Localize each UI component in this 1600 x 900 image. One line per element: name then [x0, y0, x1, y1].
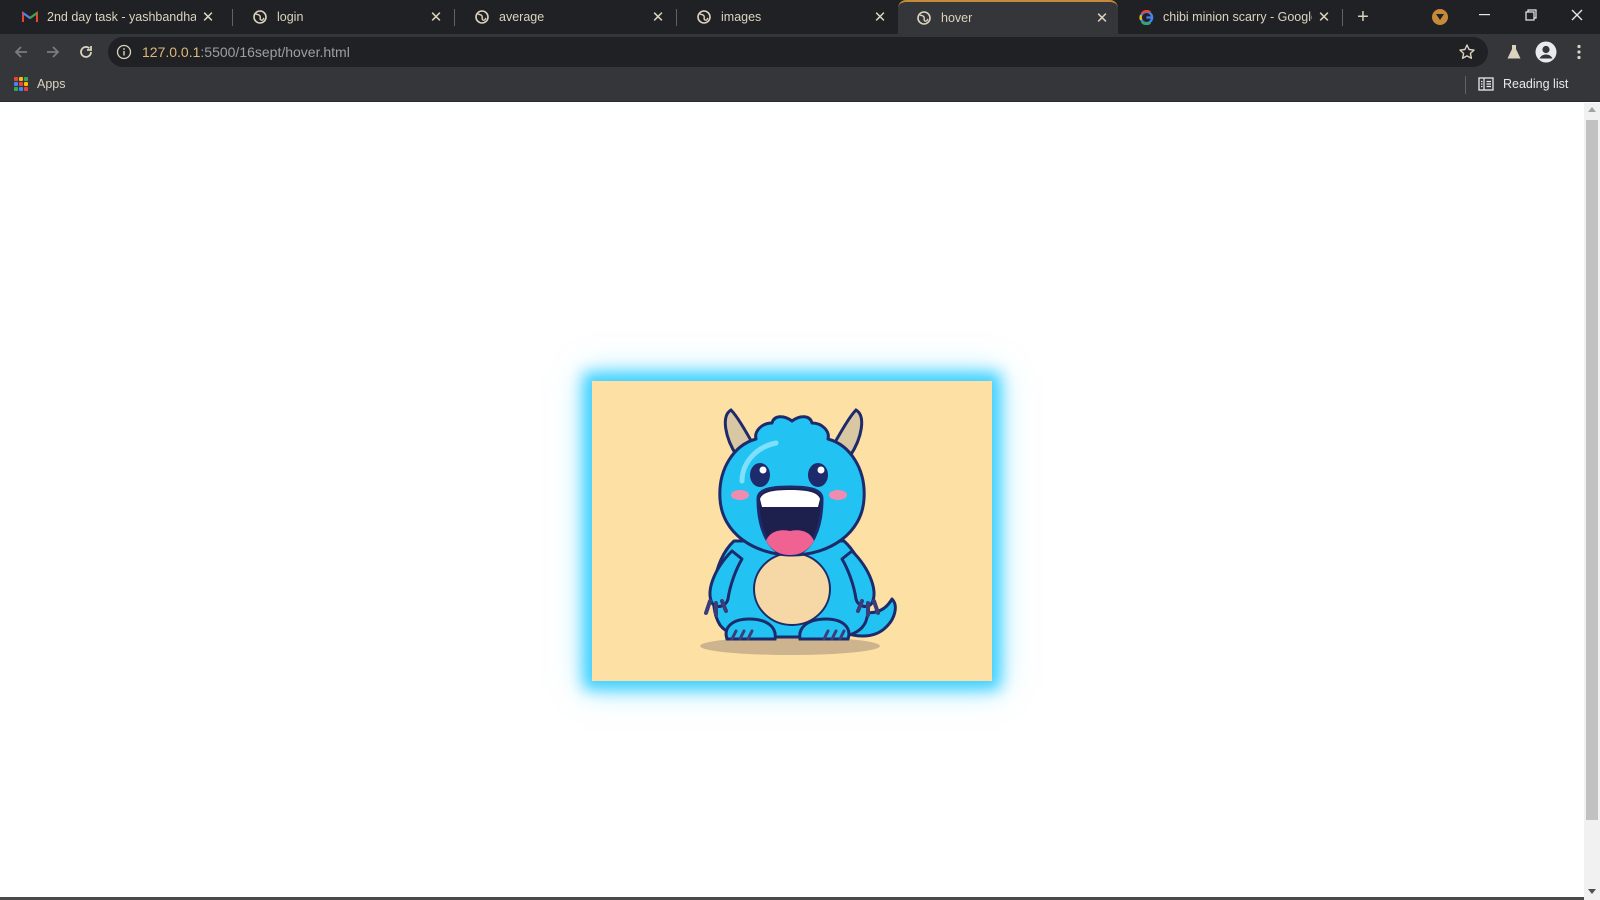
tab-separator — [676, 9, 677, 26]
browser-toolbar: 127.0.0.1:5500/16sept/hover.html — [0, 34, 1600, 70]
forward-button[interactable] — [42, 41, 64, 63]
close-icon[interactable]: ✕ — [1316, 9, 1332, 26]
back-button[interactable] — [10, 41, 32, 63]
tab-login[interactable]: login ✕ — [234, 0, 452, 34]
restore-button[interactable] — [1508, 0, 1554, 30]
menu-button[interactable] — [1568, 41, 1590, 63]
reading-list-icon — [1478, 77, 1494, 91]
scroll-thumb[interactable] — [1586, 120, 1598, 820]
tab-title: average — [499, 10, 545, 24]
gmail-icon — [22, 9, 38, 25]
close-window-button[interactable] — [1554, 0, 1600, 30]
hover-image-card[interactable] — [592, 381, 992, 681]
globe-icon — [696, 9, 712, 25]
globe-icon — [474, 9, 490, 25]
monster-cheek-right — [829, 490, 847, 500]
apps-label: Apps — [37, 77, 66, 91]
apps-shortcut[interactable]: Apps — [14, 77, 66, 91]
close-icon[interactable]: ✕ — [872, 9, 888, 26]
tab-gmail[interactable]: 2nd day task - yashbandhara... ✕ — [4, 0, 224, 34]
tab-separator — [454, 9, 455, 26]
tab-title: 2nd day task - yashbandhara... — [47, 10, 196, 24]
tab-google-search[interactable]: chibi minion scarry - Google S ✕ — [1120, 0, 1340, 34]
reading-list-button[interactable]: Reading list — [1478, 77, 1568, 91]
vertical-scrollbar[interactable] — [1584, 103, 1600, 900]
tab-title: hover — [941, 11, 973, 25]
monster-eye-right — [808, 463, 828, 487]
new-tab-button[interactable]: + — [1352, 6, 1374, 28]
url-text: 127.0.0.1:5500/16sept/hover.html — [142, 44, 350, 60]
google-icon — [1138, 9, 1154, 25]
tab-title: login — [277, 10, 304, 24]
back-arrow-icon — [14, 46, 27, 58]
kebab-menu-icon — [1577, 44, 1581, 60]
reload-icon — [80, 46, 92, 58]
bookmarks-bar: Apps Reading list — [0, 70, 1600, 102]
reading-list-label: Reading list — [1503, 77, 1569, 91]
close-icon[interactable]: ✕ — [1094, 10, 1110, 27]
tab-strip: 2nd day task - yashbandhara... ✕ login ✕… — [0, 0, 1600, 34]
monster-belly — [753, 552, 831, 626]
monster-image — [700, 408, 897, 655]
bookmarks-divider — [1465, 76, 1466, 94]
flask-icon — [1507, 45, 1521, 59]
labs-button[interactable] — [1503, 41, 1525, 63]
forward-arrow-icon — [47, 46, 60, 58]
url-path: :5500/16sept/hover.html — [200, 44, 350, 60]
monster-cheek-left — [731, 490, 749, 500]
avatar-icon — [1535, 41, 1557, 63]
monster-teeth — [760, 490, 820, 507]
scroll-up-arrow-icon[interactable] — [1588, 107, 1596, 112]
tab-hover[interactable]: hover ✕ — [898, 0, 1118, 34]
profile-button[interactable] — [1535, 41, 1557, 63]
apps-grid-icon — [14, 77, 28, 91]
reload-button[interactable] — [75, 41, 97, 63]
tab-title: chibi minion scarry - Google S — [1163, 10, 1312, 24]
monster-eye-left — [750, 463, 770, 487]
scroll-down-arrow-icon[interactable] — [1588, 889, 1596, 894]
bookmark-star-icon[interactable] — [1458, 43, 1476, 61]
tab-average[interactable]: average ✕ — [456, 0, 674, 34]
site-info-icon[interactable] — [116, 44, 132, 60]
close-icon[interactable]: ✕ — [200, 9, 216, 26]
tab-images[interactable]: images ✕ — [678, 0, 896, 34]
page-viewport — [0, 103, 1584, 900]
tab-separator — [1342, 9, 1343, 26]
tab-separator — [232, 9, 233, 26]
close-icon[interactable]: ✕ — [428, 9, 444, 26]
url-host: 127.0.0.1 — [142, 44, 201, 60]
globe-icon — [252, 9, 268, 25]
tab-title: images — [721, 10, 762, 24]
minimize-button[interactable] — [1462, 0, 1508, 30]
tab-search-icon[interactable] — [1432, 9, 1448, 25]
address-bar[interactable]: 127.0.0.1:5500/16sept/hover.html — [108, 37, 1488, 67]
close-icon[interactable]: ✕ — [650, 9, 666, 26]
globe-icon — [916, 10, 932, 26]
